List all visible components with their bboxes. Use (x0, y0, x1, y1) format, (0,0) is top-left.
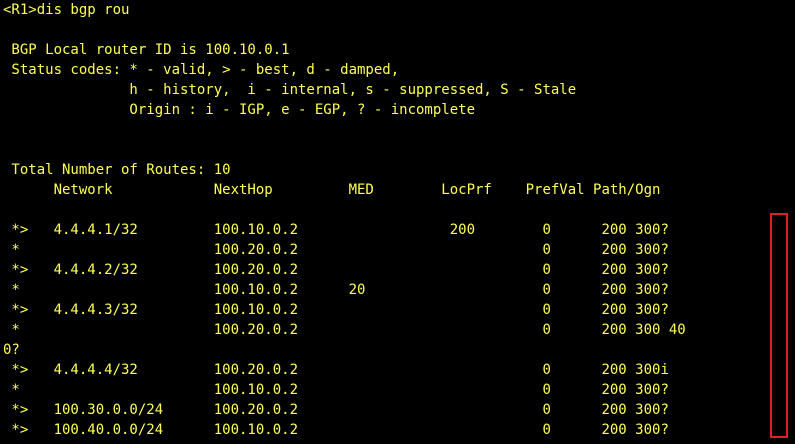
table-row: * 100.10.0.2 0 200 300? (3, 382, 669, 398)
table-row: *> 100.30.0.0/24 100.20.0.2 0 200 300? (3, 402, 669, 418)
table-row: * 100.10.0.2 20 0 200 300? (3, 282, 669, 298)
table-row: * 100.20.0.2 0 200 300? (3, 242, 669, 258)
table-header: Network NextHop MED LocPrf PrefVal Path/… (3, 182, 661, 198)
terminal-line-origin-codes: Origin : i - IGP, e - EGP, ? - incomplet… (3, 102, 476, 118)
terminal-line-router-id: BGP Local router ID is 100.10.0.1 (3, 42, 290, 58)
table-row: *> 4.4.4.2/32 100.20.0.2 0 200 300? (3, 262, 669, 278)
table-row: *> 4.4.4.4/32 100.20.0.2 0 200 300i (3, 362, 669, 378)
table-row: *> 4.4.4.3/32 100.10.0.2 0 200 300? (3, 302, 669, 318)
table-row: *> 4.4.4.1/32 100.10.0.2 200 0 200 300? (3, 222, 669, 238)
table-row: *> 100.40.0.0/24 100.10.0.2 0 200 300? (3, 422, 669, 438)
terminal-line-total-routes: Total Number of Routes: 10 (3, 162, 231, 178)
origin-highlight-box (770, 213, 788, 438)
terminal-line-status-codes: Status codes: * - valid, > - best, d - d… (3, 62, 400, 78)
table-row: * 100.20.0.2 0 200 300 40 (3, 322, 686, 338)
table-row-wrap: 0? (3, 342, 20, 358)
terminal-line-status-codes-cont: h - history, i - internal, s - suppresse… (3, 82, 577, 98)
terminal-window[interactable]: <R1>dis bgp rou BGP Local router ID is 1… (0, 0, 795, 444)
terminal-line-command: <R1>dis bgp rou (3, 2, 130, 18)
